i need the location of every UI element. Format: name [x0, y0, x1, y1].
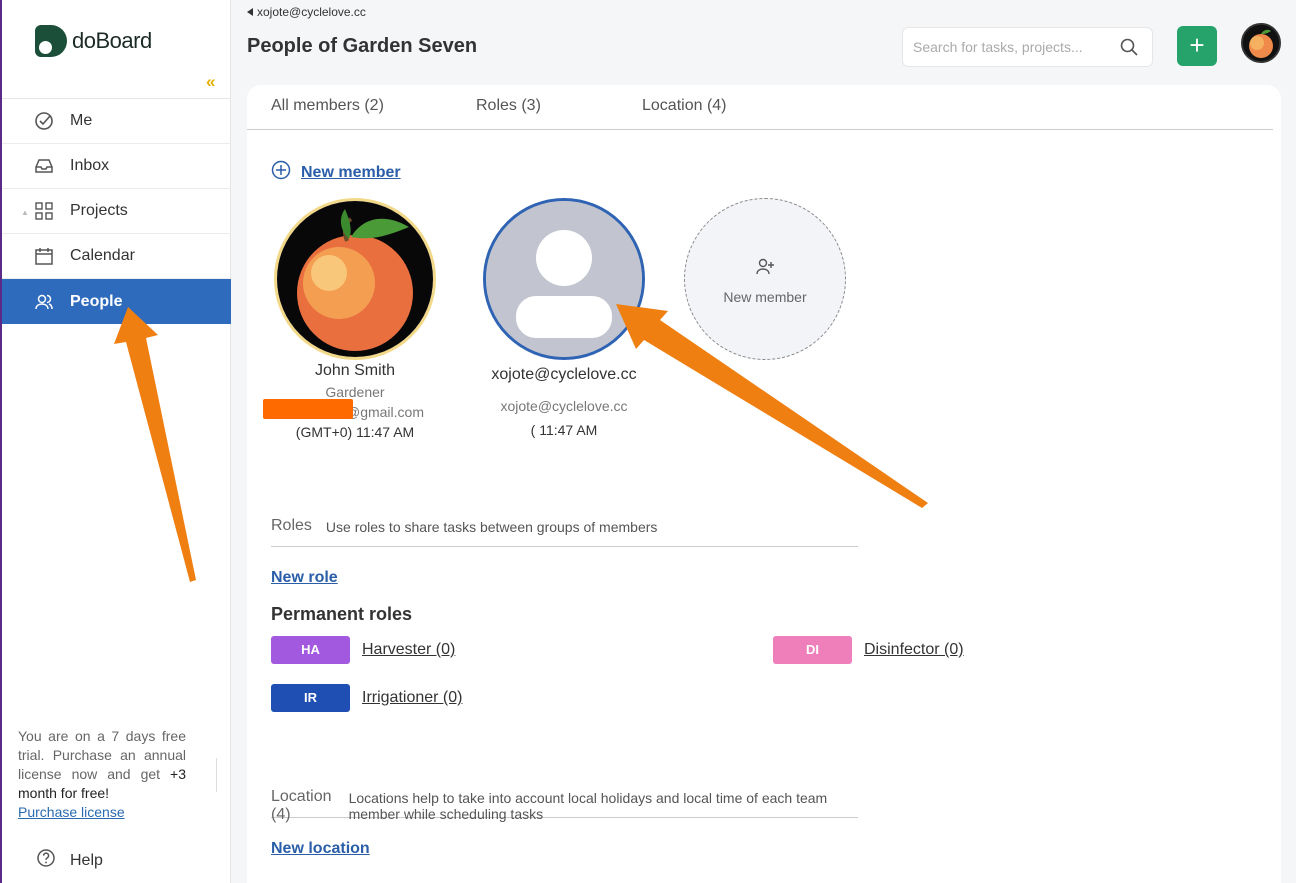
- avatar[interactable]: [483, 198, 645, 360]
- add-circle-icon: [271, 160, 291, 185]
- member-name: John Smith: [314, 362, 396, 379]
- role-badge: IR: [271, 684, 350, 712]
- inbox-icon: [34, 156, 54, 176]
- sidebar-item-projects[interactable]: ▲ Projects: [2, 189, 231, 234]
- trial-text: You are on a 7 days free trial. Purchase…: [18, 728, 186, 782]
- check-circle-icon: [34, 111, 54, 131]
- tab-roles[interactable]: Roles (3): [476, 97, 541, 115]
- new-member-card-label: New member: [723, 289, 807, 305]
- role-name[interactable]: Disinfector (0): [864, 641, 964, 659]
- logo-text: doBoard: [72, 28, 152, 53]
- main-card: All members (2) Roles (3) Location (4) N…: [247, 85, 1281, 883]
- new-member-label: New member: [301, 163, 401, 181]
- add-user-icon: [685, 256, 845, 283]
- default-user-icon: [486, 201, 642, 357]
- location-heading: Location (4): [271, 788, 332, 823]
- tab-all-members[interactable]: All members (2): [271, 97, 384, 115]
- member-role: Gardener: [325, 384, 385, 400]
- sidebar: doBoard « Me Inbox ▲ Projects Calendar P…: [0, 0, 231, 883]
- role-badge: DI: [773, 636, 852, 664]
- search-input[interactable]: [903, 28, 1103, 66]
- sidebar-item-me[interactable]: Me: [2, 99, 231, 144]
- sidebar-item-inbox[interactable]: Inbox: [2, 144, 231, 189]
- sidebar-nav: Me Inbox ▲ Projects Calendar People: [2, 98, 231, 324]
- sidebar-item-label: Projects: [70, 202, 128, 219]
- peach-avatar-icon: [277, 201, 433, 357]
- role-name[interactable]: Harvester (0): [362, 641, 455, 659]
- tab-location[interactable]: Location (4): [642, 97, 727, 115]
- sidebar-item-label: People: [70, 292, 123, 310]
- member-card[interactable]: xojote@cyclelove.cc xojote@cyclelove.cc …: [473, 198, 655, 438]
- sidebar-item-label: Calendar: [70, 247, 135, 264]
- tab-bar: All members (2) Roles (3) Location (4): [247, 85, 1273, 130]
- location-description: Locations help to take into account loca…: [348, 790, 828, 822]
- new-member-link[interactable]: New member: [271, 160, 401, 185]
- breadcrumb-label: xojote@cyclelove.cc: [257, 5, 366, 19]
- search-icon[interactable]: [1120, 38, 1138, 61]
- add-button[interactable]: +: [1177, 26, 1217, 66]
- member-name: xojote@cyclelove.cc: [491, 366, 637, 383]
- calendar-icon: [34, 246, 54, 266]
- permanent-roles-title: Permanent roles: [271, 604, 413, 624]
- collapse-sidebar-icon[interactable]: «: [206, 72, 215, 92]
- purchase-license-link[interactable]: Purchase license: [18, 804, 125, 820]
- search-box[interactable]: [902, 27, 1153, 67]
- help-button[interactable]: Help: [36, 848, 103, 873]
- people-icon: [34, 292, 54, 312]
- role-name[interactable]: Irrigationer (0): [362, 689, 462, 707]
- avatar[interactable]: [274, 198, 436, 360]
- member-time: ( 11:47 AM: [530, 422, 598, 438]
- help-icon: [36, 848, 56, 873]
- trial-notice: You are on a 7 days free trial. Purchase…: [18, 727, 186, 822]
- role-badge: HA: [271, 636, 350, 664]
- help-label: Help: [70, 851, 103, 869]
- peach-avatar-icon: [1243, 25, 1279, 61]
- breadcrumb[interactable]: xojote@cyclelove.cc: [247, 5, 366, 19]
- roles-description: Use roles to share tasks between groups …: [325, 519, 658, 535]
- new-role-link[interactable]: New role: [271, 569, 338, 587]
- new-member-card[interactable]: New member: [684, 198, 846, 360]
- logo[interactable]: doBoard: [35, 25, 152, 57]
- user-avatar[interactable]: [1241, 23, 1281, 63]
- back-arrow-icon: [247, 8, 253, 16]
- location-section-header: Location (4) Locations help to take into…: [271, 788, 858, 823]
- redaction-mark: [263, 399, 353, 419]
- member-time: (GMT+0) 11:47 AM: [295, 424, 415, 440]
- grid-icon: [34, 201, 54, 221]
- expand-caret-icon[interactable]: ▲: [21, 208, 29, 217]
- divider: [216, 758, 217, 792]
- role-item[interactable]: IR Irrigationer (0): [271, 684, 462, 712]
- sidebar-item-people[interactable]: People: [2, 279, 231, 324]
- role-item[interactable]: HA Harvester (0): [271, 636, 455, 664]
- roles-section-header: Roles Use roles to share tasks between g…: [271, 517, 858, 547]
- logo-mark-icon: [35, 25, 67, 57]
- roles-heading: Roles: [271, 517, 312, 534]
- sidebar-item-label: Me: [70, 112, 93, 129]
- sidebar-item-label: Inbox: [70, 157, 110, 174]
- member-email: xojote@cyclelove.cc: [500, 398, 628, 414]
- new-location-link[interactable]: New location: [271, 840, 370, 858]
- sidebar-item-calendar[interactable]: Calendar: [2, 234, 231, 279]
- role-item[interactable]: DI Disinfector (0): [773, 636, 964, 664]
- page-title: People of Garden Seven: [247, 35, 478, 57]
